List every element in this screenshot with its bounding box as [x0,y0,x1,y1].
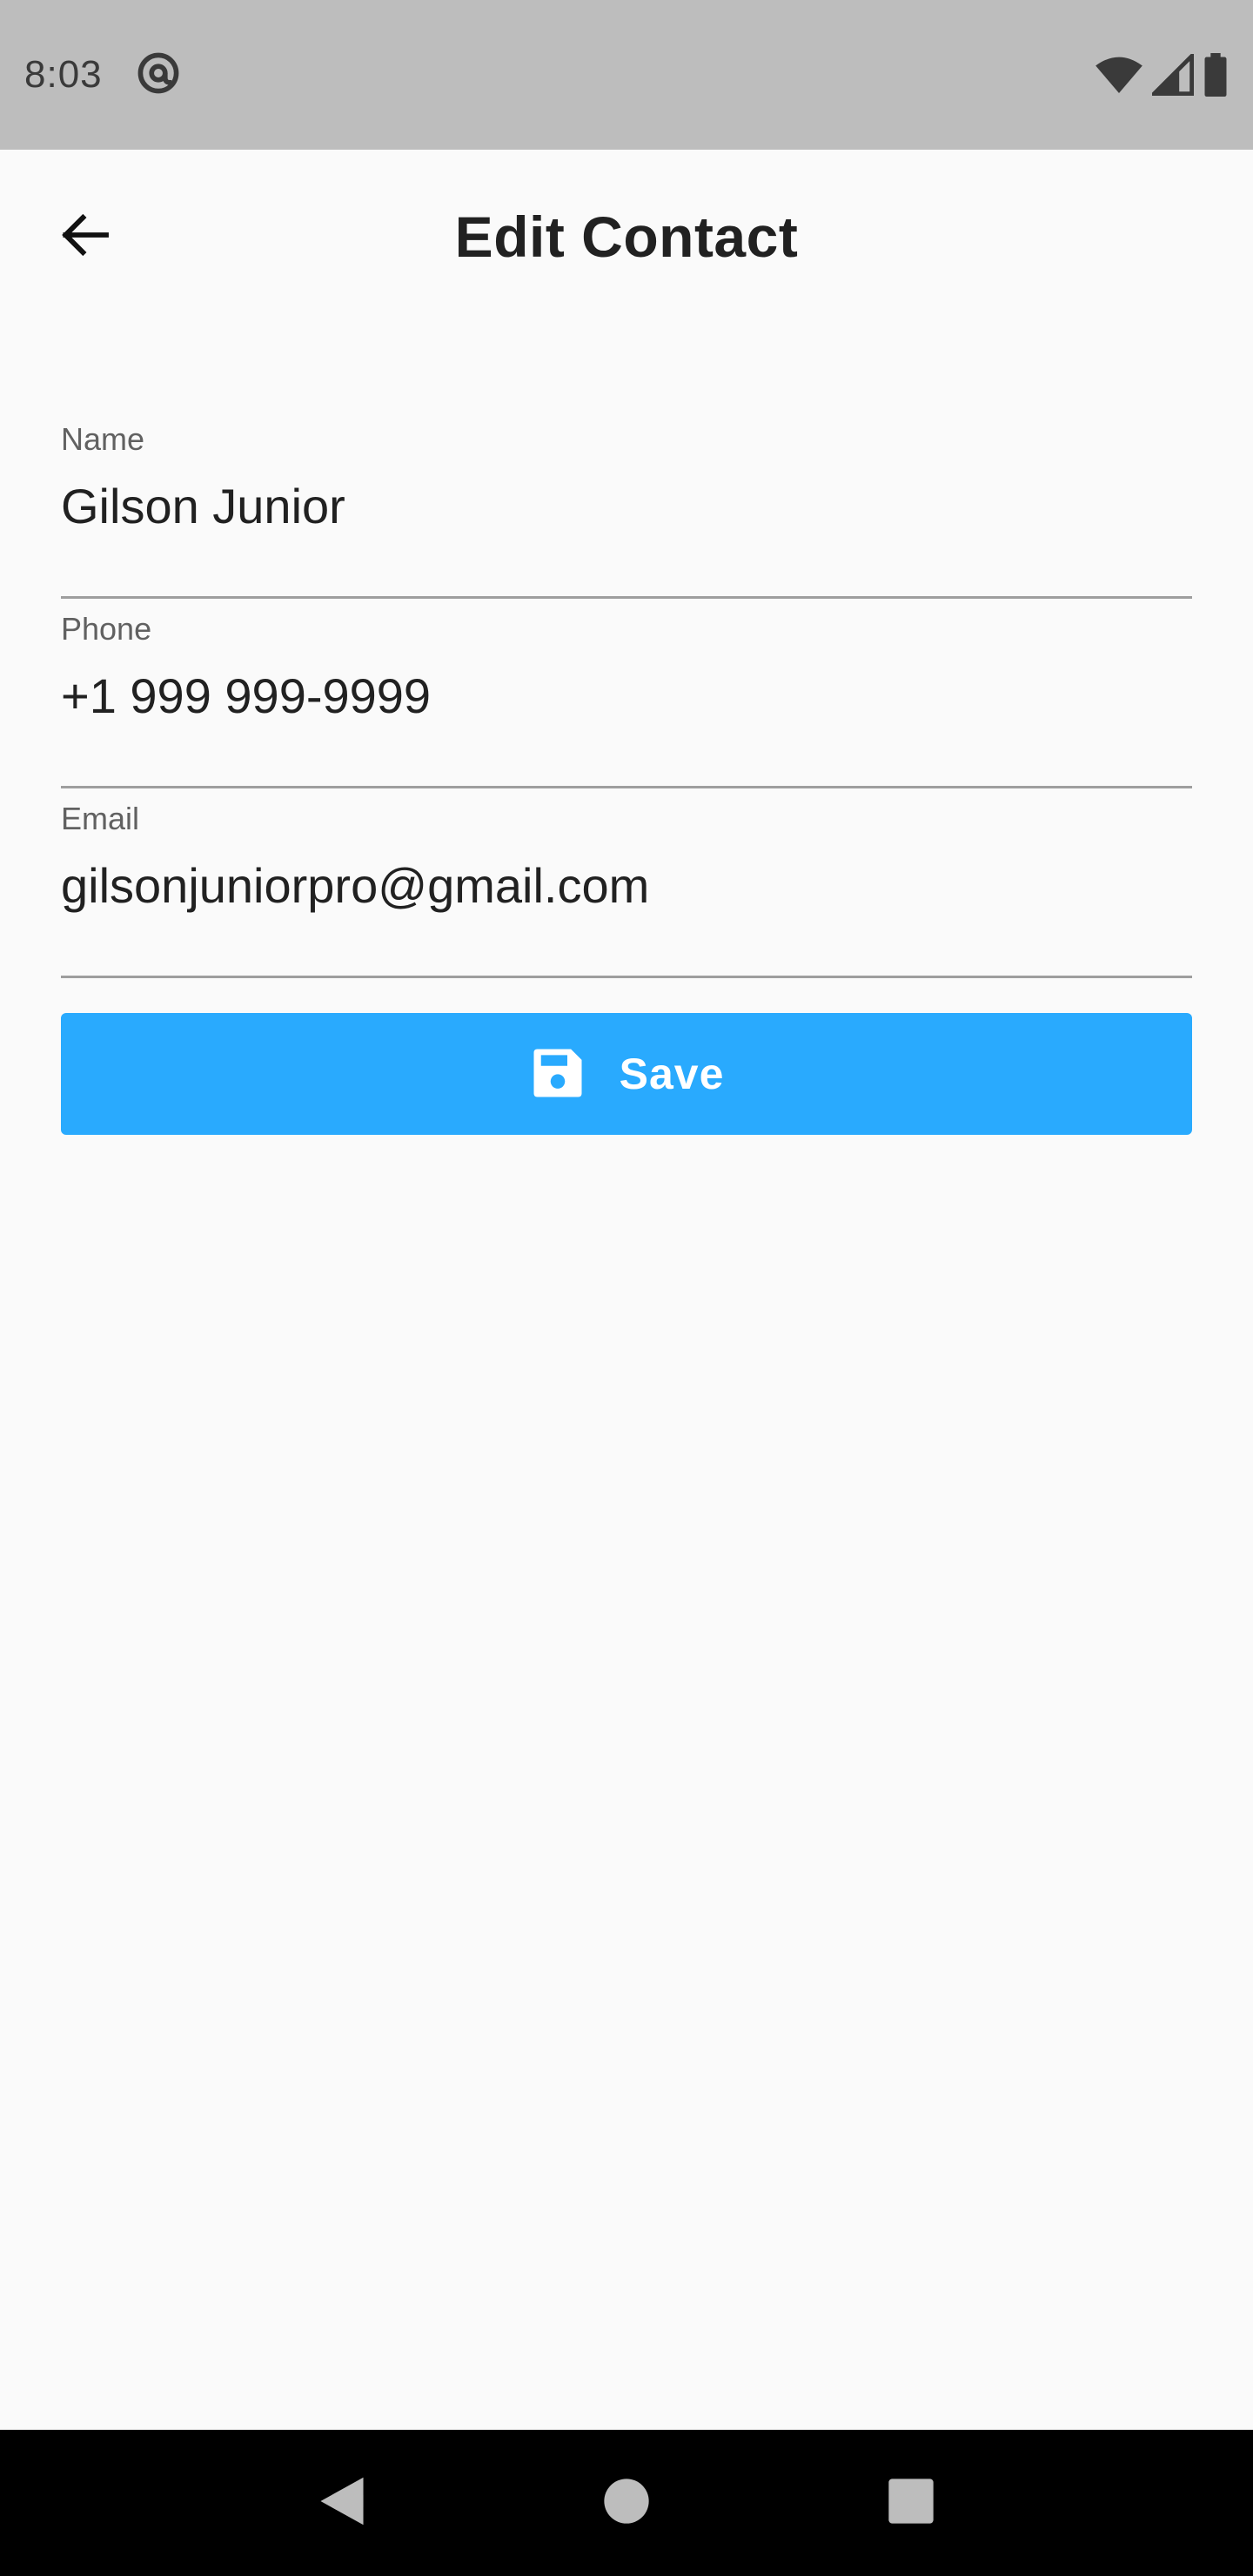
nav-back-button[interactable] [294,2455,390,2551]
nav-home-button[interactable] [579,2455,674,2551]
nav-home-icon [603,2478,650,2529]
contact-form: Name Phone Email [61,409,1192,978]
phone-input[interactable] [61,661,1192,731]
name-field: Name [61,409,1192,599]
email-input[interactable] [61,851,1192,921]
status-left: 8:03 [24,50,181,100]
wifi-icon [1095,54,1143,96]
nav-recents-button[interactable] [863,2455,959,2551]
phone-field: Phone [61,599,1192,788]
name-input[interactable] [61,472,1192,541]
nav-back-icon [318,2475,366,2532]
status-bar: 8:03 [0,0,1253,150]
phone-field-label: Phone [61,611,152,647]
nav-recents-icon [888,2478,935,2529]
save-button-label: Save [619,1050,725,1098]
save-button[interactable]: Save [61,1013,1192,1135]
name-field-label: Name [61,421,145,457]
email-field: Email [61,788,1192,978]
cell-signal-icon [1152,54,1194,96]
app-bar: Edit Contact [0,150,1253,324]
status-time: 8:03 [24,53,103,96]
arrow-left-icon [57,207,113,267]
at-sign-icon [136,50,181,100]
battery-icon [1203,53,1229,97]
nav-bar [0,2430,1253,2576]
email-field-label: Email [61,801,140,836]
floppy-disk-icon [529,1044,586,1104]
status-right [1095,53,1229,97]
page-title: Edit Contact [454,205,799,269]
back-button[interactable] [35,186,136,287]
